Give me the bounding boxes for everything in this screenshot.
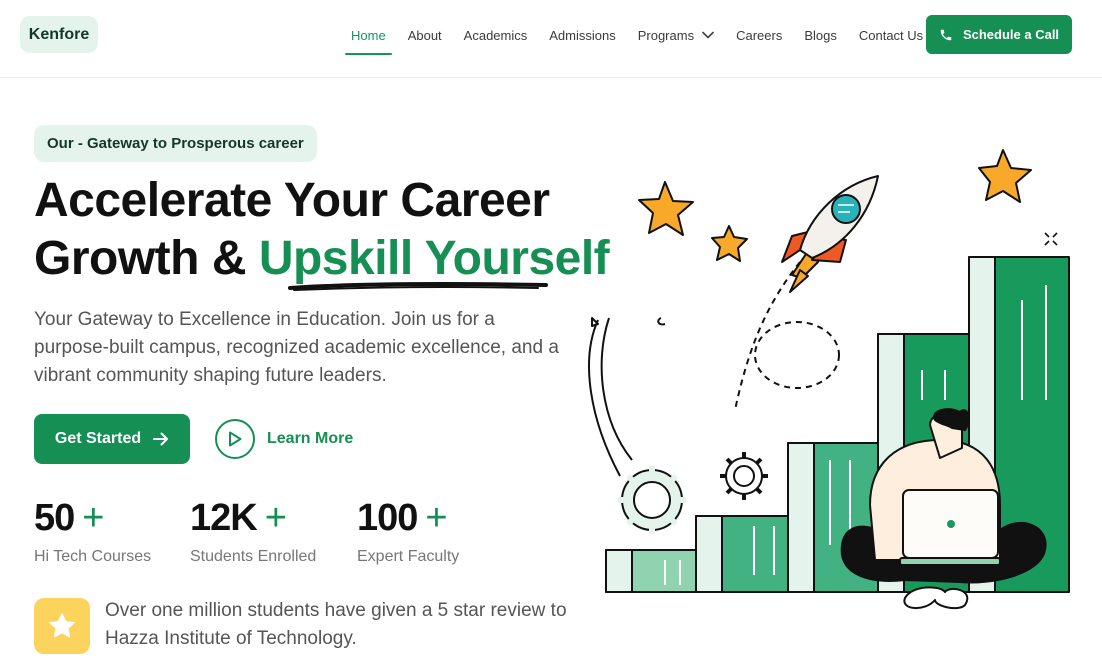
nav-careers[interactable]: Careers xyxy=(736,0,782,70)
hero-subtext: Your Gateway to Excellence in Education.… xyxy=(34,309,559,386)
get-started-button[interactable]: Get Started xyxy=(34,414,190,464)
headline-line2-prefix: Growth & xyxy=(34,232,259,285)
stat-faculty: 100 + Expert Faculty xyxy=(357,497,459,566)
nav-about[interactable]: About xyxy=(408,0,442,70)
nav-academics[interactable]: Academics xyxy=(464,0,528,70)
stat-label: Expert Faculty xyxy=(357,548,460,565)
stat-suffix: + xyxy=(425,497,447,539)
schedule-call-label: Schedule a Call xyxy=(962,27,1060,42)
headline-accent: Upskill Yourself xyxy=(258,232,610,285)
hero-headline: Accelerate Your Career Growth & Upskill … xyxy=(34,172,610,288)
star-decoration xyxy=(711,225,748,262)
tagline-pill: Our - Gateway to Prosperous career xyxy=(34,125,317,162)
stat-suffix: + xyxy=(264,497,287,539)
stat-value: 12K xyxy=(190,497,258,539)
site-header: Kenfore Home About Academics Admissions … xyxy=(0,0,1102,78)
nav-programs-label: Programs xyxy=(637,27,695,43)
brush-underline xyxy=(288,282,548,291)
sparkle-decoration xyxy=(1044,232,1058,246)
gear-icon xyxy=(720,452,768,500)
nav-programs[interactable]: Programs xyxy=(638,0,714,70)
dashed-loop xyxy=(754,321,840,389)
headline-line1: Accelerate Your Career xyxy=(34,174,550,227)
nav-home[interactable]: Home xyxy=(345,0,392,70)
stat-suffix: + xyxy=(82,497,104,539)
review-badge xyxy=(34,598,90,654)
gear-icon xyxy=(618,466,686,534)
stat-students: 12K + Students Enrolled xyxy=(190,497,316,566)
learn-more-label: Learn More xyxy=(267,430,354,447)
star-decoration xyxy=(978,149,1032,203)
nav-blogs[interactable]: Blogs xyxy=(804,0,837,70)
rocket-illustration xyxy=(781,175,879,293)
schedule-call-button[interactable]: Schedule a Call xyxy=(926,15,1072,54)
arrow-right-icon xyxy=(153,432,169,446)
hero-illustration xyxy=(588,149,1070,610)
main-nav: Home About Academics Admissions Programs… xyxy=(340,0,934,70)
review-text: Over one million students have given a 5… xyxy=(105,600,567,649)
nav-admissions[interactable]: Admissions xyxy=(549,0,615,70)
rocket-trail xyxy=(734,261,801,411)
stat-value: 50 xyxy=(34,497,75,539)
phone-icon xyxy=(940,29,952,40)
stat-label: Students Enrolled xyxy=(190,548,317,565)
chevron-down-icon xyxy=(702,31,714,39)
stat-courses: 50 + Hi Tech Courses xyxy=(34,497,151,566)
stat-value: 100 xyxy=(357,497,418,539)
get-started-label: Get Started xyxy=(54,430,142,447)
stat-label: Hi Tech Courses xyxy=(34,548,152,565)
learn-more-button[interactable]: Learn More xyxy=(215,419,353,459)
logo[interactable]: Kenfore xyxy=(20,16,98,53)
star-icon xyxy=(49,613,75,638)
nav-contact[interactable]: Contact Us xyxy=(859,0,923,70)
star-decoration xyxy=(638,181,694,236)
play-icon xyxy=(215,419,255,459)
